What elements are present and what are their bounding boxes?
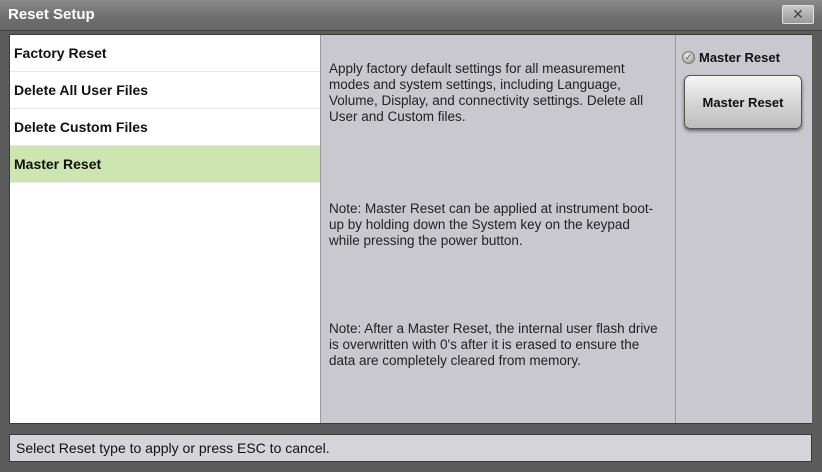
action-panel: ✓ Master Reset Master Reset (675, 35, 812, 423)
description-panel: Apply factory default settings for all m… (320, 35, 676, 423)
list-item-factory-reset[interactable]: Factory Reset (10, 35, 320, 72)
title-bar: Reset Setup ✕ (0, 0, 822, 31)
flash-note-text: Note: After a Master Reset, the internal… (329, 321, 658, 368)
radio-checked-icon: ✓ (682, 51, 695, 64)
window-title: Reset Setup (8, 6, 95, 23)
reset-setup-window: Reset Setup ✕ Factory Reset Delete All U… (0, 0, 822, 472)
master-reset-radio[interactable]: ✓ Master Reset (682, 50, 780, 65)
master-reset-button[interactable]: Master Reset (684, 75, 802, 129)
dialog-content: Factory Reset Delete All User Files Dele… (9, 34, 812, 424)
boot-note-text: Note: Master Reset can be applied at ins… (329, 201, 654, 248)
list-item-delete-custom-files[interactable]: Delete Custom Files (10, 109, 320, 146)
list-item-delete-all-user-files[interactable]: Delete All User Files (10, 72, 320, 109)
description-text: Apply factory default settings for all m… (329, 61, 644, 124)
list-item-master-reset[interactable]: Master Reset (10, 146, 320, 183)
close-button[interactable]: ✕ (782, 5, 814, 24)
status-bar: Select Reset type to apply or press ESC … (9, 434, 812, 462)
close-icon: ✕ (792, 6, 804, 22)
radio-label: Master Reset (699, 50, 780, 65)
reset-type-list: Factory Reset Delete All User Files Dele… (10, 35, 320, 423)
